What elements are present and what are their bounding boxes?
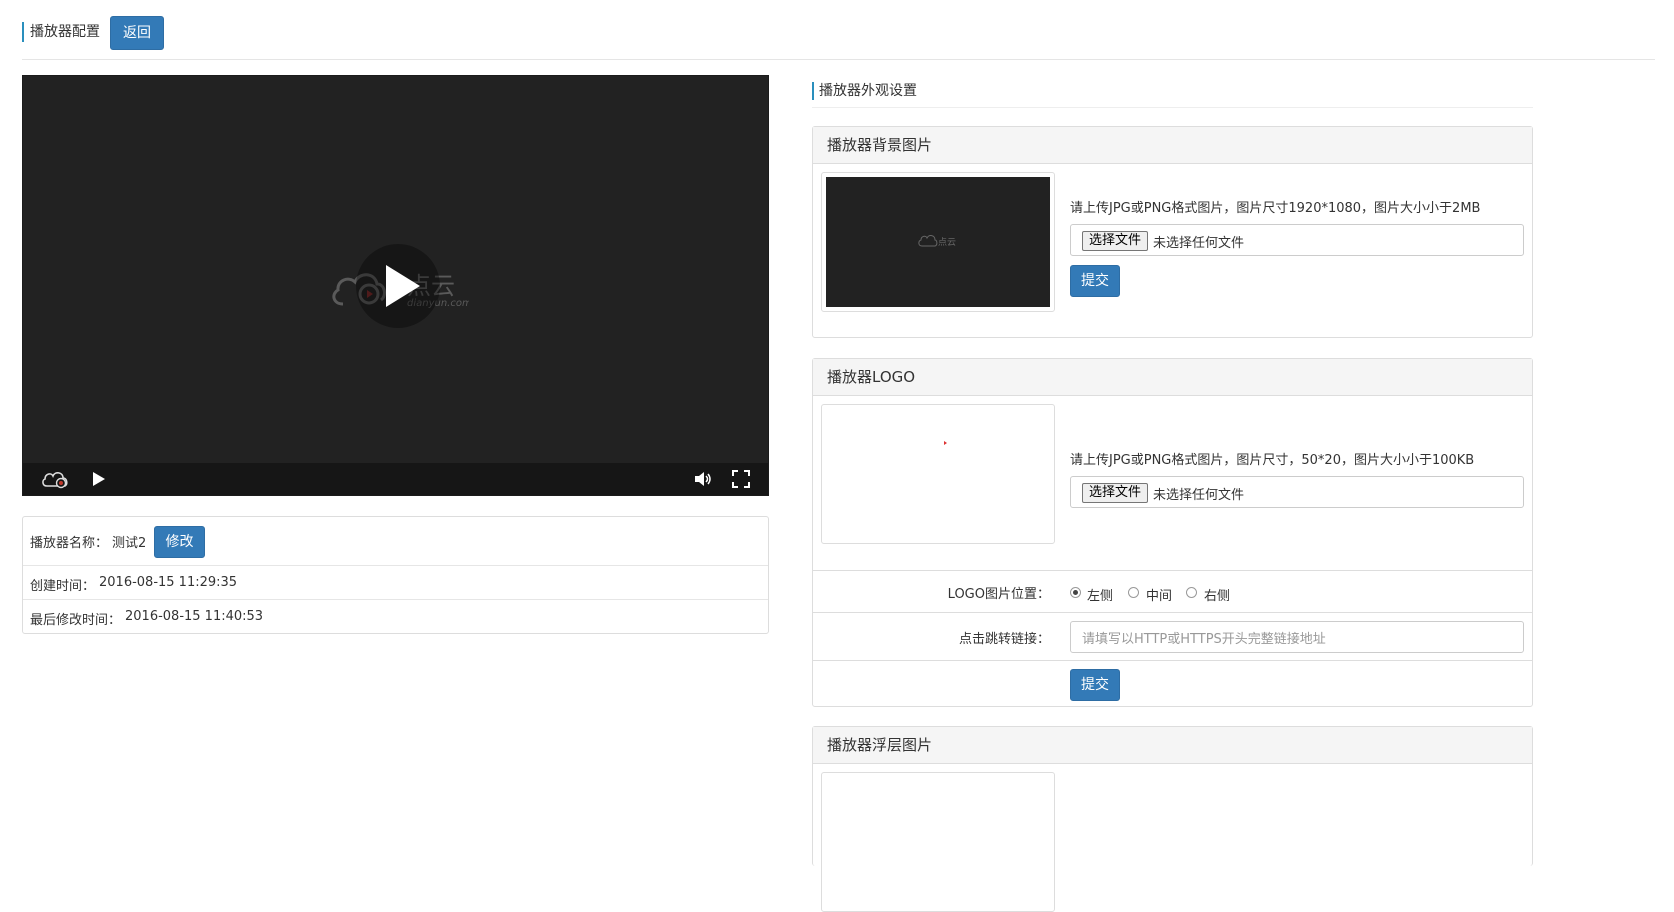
created-time-row: 创建时间： 2016-08-15 11:29:35 xyxy=(23,566,768,600)
link-url-input[interactable]: 请填写以HTTP或HTTPS开头完整链接地址 xyxy=(1070,621,1524,653)
position-right-radio[interactable] xyxy=(1186,587,1197,598)
cloud-logo-icon: 点云 xyxy=(918,235,956,248)
play-icon xyxy=(386,265,420,307)
background-submit-button[interactable]: 提交 xyxy=(1070,265,1120,297)
player-control-bar xyxy=(23,463,768,495)
fullscreen-icon[interactable] xyxy=(731,469,751,489)
position-center-radio[interactable] xyxy=(1128,587,1139,598)
page-header: 播放器配置 返回 xyxy=(22,16,1655,60)
page-title: 播放器配置 xyxy=(22,22,100,42)
play-icon[interactable] xyxy=(91,469,107,489)
position-center-label[interactable]: 中间 xyxy=(1146,585,1172,604)
logo-submit-row: 提交 xyxy=(813,660,1532,707)
logo-position-row: LOGO图片位置： 左侧 中间 右侧 xyxy=(813,570,1532,612)
background-panel-heading: 播放器背景图片 xyxy=(813,127,1532,164)
video-player[interactable]: 点云 dianyun.com xyxy=(22,75,769,496)
created-time-value: 2016-08-15 11:29:35 xyxy=(99,575,238,590)
logo-position-label: LOGO图片位置： xyxy=(947,587,1050,602)
position-right-label[interactable]: 右侧 xyxy=(1204,585,1230,604)
player-name-label: 播放器名称： xyxy=(30,536,109,551)
choose-file-button[interactable]: 选择文件 xyxy=(1082,483,1149,503)
background-image-panel: 播放器背景图片 点云 请上传JPG或PNG格式图片，图片尺寸1920*1080，… xyxy=(812,126,1533,338)
back-button[interactable]: 返回 xyxy=(110,16,164,50)
choose-file-button[interactable]: 选择文件 xyxy=(1082,231,1149,251)
modify-name-button[interactable]: 修改 xyxy=(154,526,205,558)
overlay-image-preview xyxy=(821,772,1055,912)
modified-time-row: 最后修改时间： 2016-08-15 11:40:53 xyxy=(23,600,768,634)
position-left-label[interactable]: 左侧 xyxy=(1087,585,1113,604)
appearance-section-title: 播放器外观设置 xyxy=(812,82,1533,108)
background-upload-hint: 请上传JPG或PNG格式图片，图片尺寸1920*1080，图片大小小于2MB xyxy=(1070,201,1481,216)
background-image-preview: 点云 xyxy=(821,172,1055,312)
logo-panel: 播放器LOGO 请上传JPG或PNG格式图片，图片尺寸，50*20，图片大小小于… xyxy=(812,358,1533,707)
link-row: 点击跳转链接： 请填写以HTTP或HTTPS开头完整链接地址 xyxy=(813,612,1532,660)
big-play-button[interactable] xyxy=(356,244,440,328)
overlay-panel-heading: 播放器浮层图片 xyxy=(813,727,1532,764)
logo-thumbnail-icon xyxy=(944,441,947,445)
player-name-row: 播放器名称： 测试2 修改 xyxy=(23,517,768,566)
file-status-text: 未选择任何文件 xyxy=(1153,488,1245,503)
position-left-radio[interactable] xyxy=(1070,587,1081,598)
volume-icon[interactable] xyxy=(693,469,713,489)
file-status-text: 未选择任何文件 xyxy=(1153,236,1245,251)
logo-upload-hint: 请上传JPG或PNG格式图片，图片尺寸，50*20，图片大小小于100KB xyxy=(1070,453,1475,468)
player-name-value: 测试2 xyxy=(112,536,147,551)
svg-text:点云: 点云 xyxy=(938,237,956,248)
logo-image-preview xyxy=(821,404,1055,544)
logo-submit-button[interactable]: 提交 xyxy=(1070,669,1120,701)
link-label: 点击跳转链接： xyxy=(958,632,1050,647)
overlay-image-panel: 播放器浮层图片 xyxy=(812,726,1533,912)
background-file-input[interactable]: 选择文件 未选择任何文件 xyxy=(1070,224,1524,256)
logo-file-input[interactable]: 选择文件 未选择任何文件 xyxy=(1070,476,1524,508)
cloud-logo-icon[interactable] xyxy=(41,469,69,489)
modified-time-label: 最后修改时间： xyxy=(30,613,122,628)
logo-panel-heading: 播放器LOGO xyxy=(813,359,1532,396)
modified-time-value: 2016-08-15 11:40:53 xyxy=(125,609,264,624)
created-time-label: 创建时间： xyxy=(30,579,96,594)
player-info-box: 播放器名称： 测试2 修改 创建时间： 2016-08-15 11:29:35 … xyxy=(22,516,769,634)
